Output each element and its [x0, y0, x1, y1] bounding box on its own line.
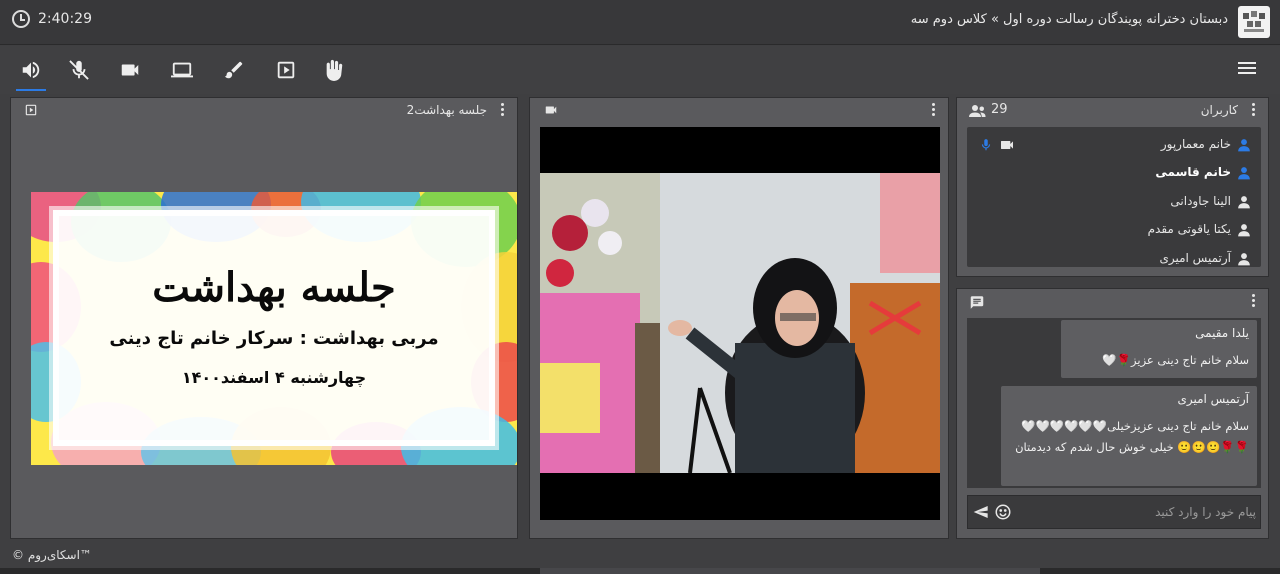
- video-stream[interactable]: [540, 127, 940, 520]
- bottom-strip: [0, 568, 1280, 574]
- presentation-options-button[interactable]: [501, 103, 505, 117]
- slide-heading: جلسه بهداشت: [152, 264, 396, 311]
- user-name: خانم معمارپور: [1160, 137, 1231, 151]
- chat-composer: [967, 495, 1261, 529]
- chat-panel: یلدا مقیمی سلام خانم تاج دینی عزیز🌹🤍 آرت…: [956, 288, 1269, 539]
- presentation-panel: جلسه بهداشت2 جلسه بهداشت مربی بهداشت : س…: [10, 97, 518, 539]
- chat-messages[interactable]: یلدا مقیمی سلام خانم تاج دینی عزیز🌹🤍 آرت…: [967, 318, 1261, 488]
- camera-icon: [121, 64, 139, 76]
- slide-subtitle: مربی بهداشت : سرکار خانم تاج دینی: [109, 328, 439, 349]
- clock-icon: [12, 10, 30, 28]
- user-item[interactable]: خانم معمارپور: [967, 131, 1261, 159]
- top-bar: 2:40:29 دبستان دخترانه پویندگان رسالت دو…: [0, 0, 1280, 45]
- user-icon: [1238, 167, 1250, 180]
- mic-on-icon: [981, 139, 991, 151]
- slide-date: چهارشنبه ۴ اسفند۱۴۰۰: [181, 368, 367, 387]
- play-icon: [277, 61, 295, 79]
- emoji-icon[interactable]: [994, 503, 1012, 521]
- user-name: آرتمیس امیری: [1159, 251, 1231, 265]
- toolbar: [0, 46, 1280, 94]
- users-header: 29 کاربران: [957, 98, 1268, 122]
- presentation-title: جلسه بهداشت2: [406, 103, 487, 117]
- user-name: خانم قاسمی: [1155, 165, 1231, 179]
- teacher-video-frame: [540, 173, 940, 473]
- video-options-button[interactable]: [932, 103, 936, 117]
- user-item[interactable]: خانم قاسمی: [967, 159, 1261, 187]
- user-item[interactable]: آرتمیس امیری: [967, 245, 1261, 267]
- chat-message: یلدا مقیمی سلام خانم تاج دینی عزیز🌹🤍: [1061, 320, 1257, 378]
- screen-share-button[interactable]: [170, 58, 194, 82]
- presentation-slide: جلسه بهداشت مربی بهداشت : سرکار خانم تاج…: [31, 192, 517, 465]
- whiteboard-button[interactable]: [222, 58, 246, 82]
- chat-options-button[interactable]: [1252, 294, 1256, 308]
- app-logo: [1238, 6, 1270, 38]
- timer-text: 2:40:29: [38, 11, 92, 27]
- mic-muted-icon: [69, 60, 89, 80]
- video-camera-icon: [545, 106, 557, 114]
- raise-hand-button[interactable]: [322, 58, 346, 82]
- footer-brand: © اسکای‌روم™: [12, 548, 92, 562]
- user-icon: [1238, 253, 1250, 266]
- session-timer: 2:40:29: [12, 10, 92, 28]
- presentation-icon: [25, 104, 37, 116]
- video-on-icon: [1001, 141, 1013, 149]
- message-text: 🌹🌹🙂🙂🙂 خیلی خوش حال شدم که دیدمتان: [1015, 440, 1249, 454]
- chat-header: [957, 289, 1268, 313]
- mic-button[interactable]: [67, 58, 91, 82]
- raise-hand-icon: [326, 59, 343, 81]
- users-options-button[interactable]: [1252, 103, 1256, 117]
- users-title: کاربران: [1200, 103, 1238, 117]
- message-text: سلام خانم تاج دینی عزیز🌹🤍: [1102, 353, 1249, 367]
- user-item[interactable]: یکتا یاقوتی مقدم: [967, 216, 1261, 244]
- user-item[interactable]: الینا جاودانی: [967, 188, 1261, 216]
- send-icon[interactable]: [972, 504, 990, 520]
- message-sender: آرتمیس امیری: [1177, 392, 1249, 406]
- user-list: خانم معمارپور خانم قاسمی الینا جاودانی ی…: [967, 127, 1261, 267]
- users-panel: 29 کاربران خانم معمارپور خانم قاسمی الین…: [956, 97, 1269, 277]
- media-player-button[interactable]: [274, 58, 298, 82]
- speaker-icon: [22, 61, 40, 79]
- message-text: سلام خانم تاج دینی عزیزخیلی🤍🤍🤍🤍🤍🤍: [1021, 419, 1249, 433]
- slide-card: جلسه بهداشت مربی بهداشت : سرکار خانم تاج…: [53, 210, 495, 446]
- screen-share-icon: [171, 62, 193, 78]
- chat-input[interactable]: [1016, 500, 1256, 524]
- user-name: یکتا یاقوتی مقدم: [1147, 222, 1231, 236]
- camera-button[interactable]: [118, 58, 142, 82]
- chat-icon: [970, 296, 984, 309]
- room-title: دبستان دخترانه پویندگان رسالت دوره اول »…: [910, 12, 1228, 27]
- users-count: 29: [991, 102, 1008, 117]
- hamburger-icon: [1238, 62, 1256, 64]
- message-sender: یلدا مقیمی: [1195, 326, 1249, 340]
- speaker-button[interactable]: [16, 58, 46, 91]
- user-icon: [1238, 224, 1250, 237]
- users-icon: [969, 105, 986, 117]
- chat-message: آرتمیس امیری سلام خانم تاج دینی عزیزخیلی…: [1001, 386, 1257, 486]
- presentation-header: جلسه بهداشت2: [11, 98, 517, 122]
- main-menu-button[interactable]: [1238, 59, 1258, 79]
- brush-icon: [224, 61, 243, 79]
- user-icon: [1238, 196, 1250, 209]
- video-header: [530, 98, 948, 122]
- user-media-status: [979, 137, 1015, 153]
- logo-icon: [1243, 11, 1265, 32]
- user-icon: [1238, 139, 1250, 152]
- video-panel: [529, 97, 949, 539]
- video-image: [540, 173, 940, 473]
- user-name: الینا جاودانی: [1170, 194, 1231, 208]
